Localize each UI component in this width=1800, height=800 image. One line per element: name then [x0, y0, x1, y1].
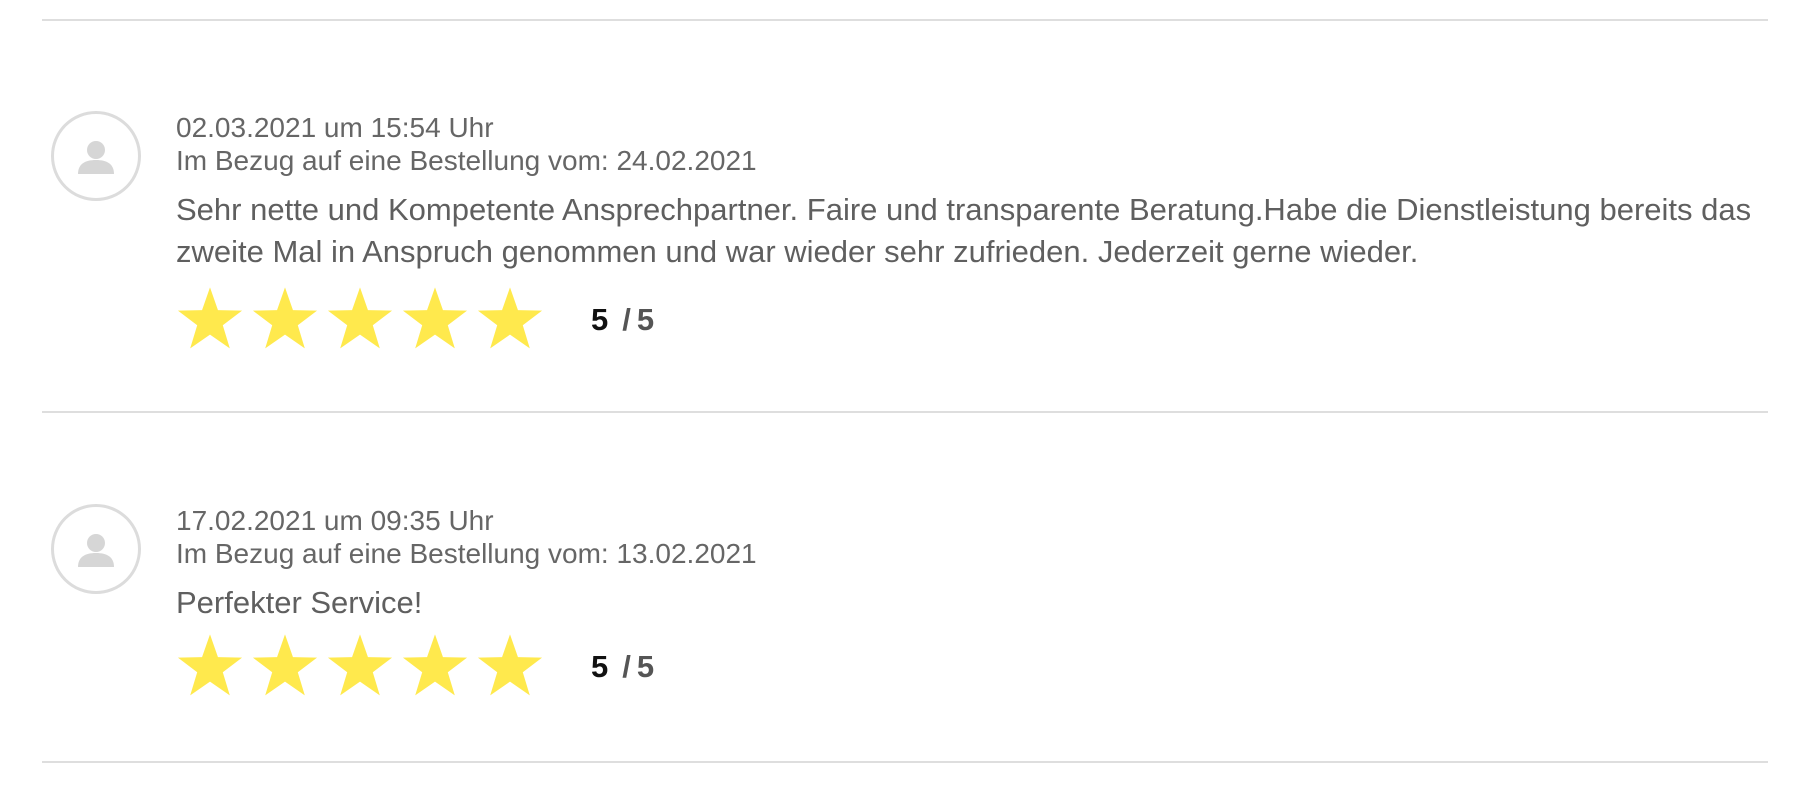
- review-date: 17.02.2021 um 09:35 Uhr: [176, 505, 494, 536]
- star-icon: [327, 634, 393, 696]
- rating-max: 5: [636, 649, 655, 684]
- star-icon: [252, 634, 318, 696]
- star-icon: [477, 287, 543, 349]
- divider: [42, 411, 1768, 413]
- star-icon: [402, 287, 468, 349]
- order-reference: Im Bezug auf eine Bestellung vom: 13.02.…: [176, 538, 757, 569]
- divider: [42, 19, 1768, 21]
- user-icon: [78, 141, 114, 174]
- order-reference: Im Bezug auf eine Bestellung vom: 24.02.…: [176, 145, 757, 176]
- rating-separator: /: [622, 302, 631, 337]
- rating-score: 5/5: [591, 300, 654, 340]
- avatar: [51, 111, 141, 201]
- star-icon: [177, 634, 243, 696]
- rating-separator: /: [622, 649, 631, 684]
- avatar: [51, 504, 141, 594]
- review-text: Perfekter Service!: [176, 585, 423, 620]
- star-icon: [177, 287, 243, 349]
- review-date: 02.03.2021 um 15:54 Uhr: [176, 112, 494, 143]
- star-icon: [477, 634, 543, 696]
- rating-max: 5: [636, 302, 655, 337]
- rating-score: 5/5: [591, 647, 654, 687]
- user-icon: [78, 534, 114, 567]
- divider: [42, 761, 1768, 763]
- star-icon: [327, 287, 393, 349]
- review-text: Sehr nette und Kompetente Ansprechpartne…: [176, 192, 1752, 269]
- star-icon: [252, 287, 318, 349]
- star-icon: [402, 634, 468, 696]
- rating-value: 5: [591, 302, 609, 337]
- rating-value: 5: [591, 649, 609, 684]
